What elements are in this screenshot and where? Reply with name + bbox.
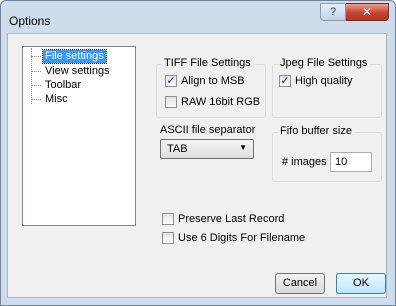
jpeg-group-title: Jpeg File Settings bbox=[278, 57, 370, 70]
ascii-separator-value: TAB bbox=[167, 143, 188, 155]
checkmark-icon: ✓ bbox=[165, 75, 177, 87]
fifo-group-title: Fifo buffer size bbox=[278, 125, 354, 138]
raw-16bit-label: RAW 16bit RGB bbox=[181, 96, 261, 108]
unchecked-box-icon bbox=[165, 96, 177, 108]
help-button[interactable]: ? bbox=[320, 3, 346, 21]
high-quality-checkbox[interactable]: ✓ High quality bbox=[279, 74, 352, 88]
ascii-separator-dropdown[interactable]: TAB ▼ bbox=[160, 139, 254, 159]
checkmark-icon: ✓ bbox=[279, 75, 291, 87]
help-icon: ? bbox=[329, 6, 337, 18]
align-msb-label: Align to MSB bbox=[181, 75, 245, 87]
high-quality-label: High quality bbox=[295, 75, 353, 87]
tree-item-misc[interactable]: Misc bbox=[31, 93, 70, 106]
images-value: 10 bbox=[335, 156, 348, 168]
tree-item-label: File settings bbox=[42, 49, 107, 64]
preserve-last-record-label: Preserve Last Record bbox=[178, 213, 285, 225]
tree-item-file-settings[interactable]: File settings bbox=[31, 49, 107, 64]
window-title: Options bbox=[9, 14, 51, 28]
preserve-last-record-checkbox[interactable]: Preserve Last Record bbox=[162, 212, 284, 226]
raw-16bit-checkbox[interactable]: RAW 16bit RGB bbox=[165, 95, 260, 109]
images-label: # images bbox=[282, 156, 327, 168]
ascii-separator-label: ASCII file separator bbox=[160, 124, 256, 136]
settings-tree[interactable]: File settings View settings Toolbar Misc bbox=[22, 46, 136, 226]
tree-item-label: Toolbar bbox=[45, 79, 82, 91]
tree-item-view-settings[interactable]: View settings bbox=[31, 65, 112, 78]
caption-buttons: ? ✕ bbox=[320, 3, 389, 21]
six-digits-filename-checkbox[interactable]: Use 6 Digits For Filename bbox=[162, 231, 305, 245]
tiff-group-title: TIFF File Settings bbox=[162, 57, 253, 70]
tree-item-toolbar[interactable]: Toolbar bbox=[31, 79, 83, 92]
tree-item-label: Misc bbox=[45, 93, 68, 105]
tree-item-label: View settings bbox=[45, 65, 110, 77]
cancel-button[interactable]: Cancel bbox=[275, 273, 325, 294]
six-digits-filename-label: Use 6 Digits For Filename bbox=[178, 232, 306, 244]
tiff-settings-group: TIFF File Settings bbox=[156, 57, 266, 118]
unchecked-box-icon bbox=[162, 213, 174, 225]
close-icon: ✕ bbox=[361, 5, 373, 19]
chevron-down-icon: ▼ bbox=[239, 143, 247, 152]
align-msb-checkbox[interactable]: ✓ Align to MSB bbox=[165, 74, 245, 88]
ok-button[interactable]: OK bbox=[336, 273, 386, 294]
jpeg-settings-group: Jpeg File Settings bbox=[272, 57, 382, 118]
close-button[interactable]: ✕ bbox=[346, 3, 389, 21]
images-input[interactable]: 10 bbox=[330, 152, 372, 172]
unchecked-box-icon bbox=[162, 232, 174, 244]
